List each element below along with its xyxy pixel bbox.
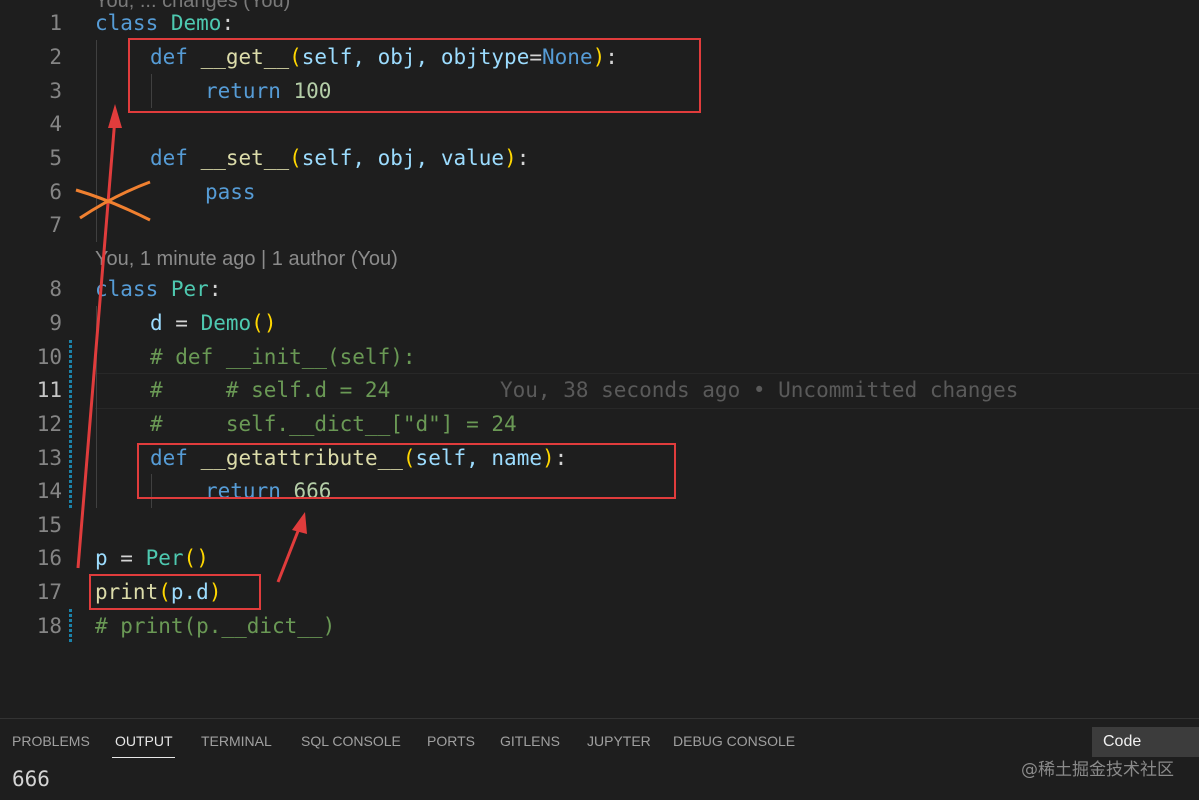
watermark: @稀土掘金技术社区: [1021, 760, 1174, 780]
output-channel-select[interactable]: Code: [1092, 727, 1199, 757]
tab-sql-console[interactable]: SQL CONSOLE: [301, 733, 401, 749]
tab-output[interactable]: OUTPUT: [115, 733, 173, 749]
cross-mark-icon: [75, 180, 151, 222]
bottom-panel: PROBLEMS OUTPUT TERMINAL SQL CONSOLE POR…: [0, 718, 1199, 800]
code-editor[interactable]: You, ... changes (You) 1 2 3 4 5 6 7 8 9…: [0, 0, 1199, 718]
tab-terminal[interactable]: TERMINAL: [201, 733, 272, 749]
tab-jupyter[interactable]: JUPYTER: [587, 733, 651, 749]
tab-debug-console[interactable]: DEBUG CONSOLE: [673, 733, 795, 749]
tab-gitlens[interactable]: GITLENS: [500, 733, 560, 749]
output-content: 666: [12, 767, 50, 791]
tab-ports[interactable]: PORTS: [427, 733, 475, 749]
annotation-overlay: [75, 104, 307, 583]
tab-problems[interactable]: PROBLEMS: [12, 733, 90, 749]
panel-tabs: PROBLEMS OUTPUT TERMINAL SQL CONSOLE POR…: [0, 719, 1199, 765]
active-tab-indicator: [112, 757, 175, 758]
arrow-to-get-icon: [76, 104, 122, 569]
arrow-to-getattribute-icon: [276, 512, 307, 583]
